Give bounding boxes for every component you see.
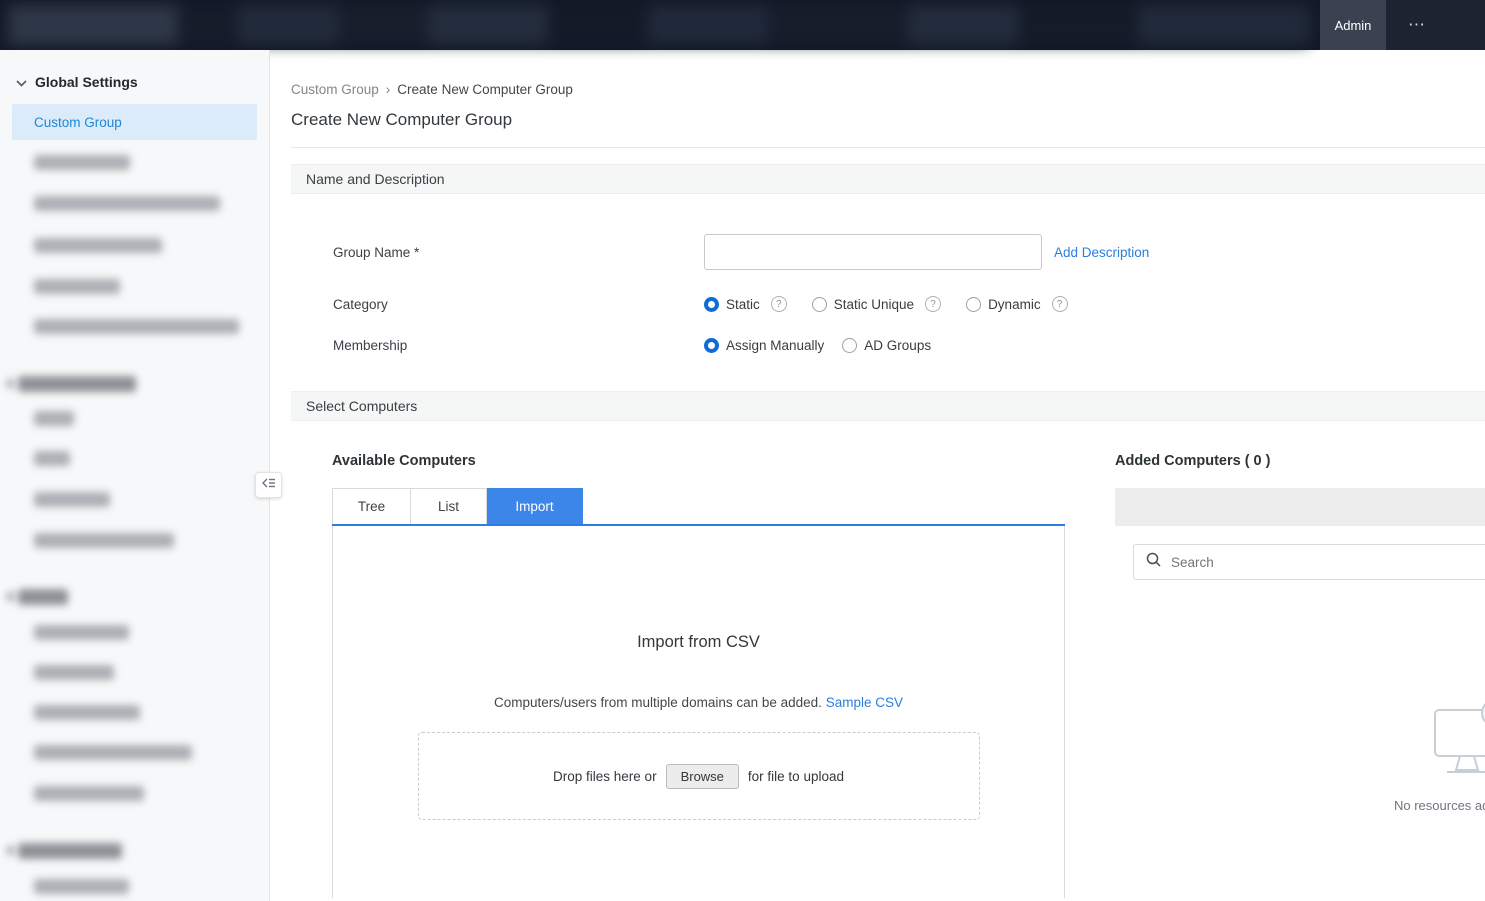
- breadcrumb-separator-icon: ›: [386, 82, 391, 97]
- drop-text-before: Drop files here or: [553, 769, 657, 784]
- category-radio-static[interactable]: Static: [704, 297, 760, 312]
- redacted-sidebar-section: [18, 843, 122, 859]
- redacted-sidebar-item: [34, 492, 110, 507]
- no-resources-illustration-icon: [1433, 696, 1485, 793]
- section-header-select-computers: Select Computers: [291, 391, 1485, 421]
- topbar-redacted-nav: [8, 5, 1310, 45]
- ellipsis-icon: ⋯: [1408, 15, 1427, 35]
- add-description-link[interactable]: Add Description: [1054, 245, 1149, 260]
- available-computers-tabs: Tree List Import: [332, 488, 1065, 526]
- tab-import[interactable]: Import: [487, 488, 583, 524]
- radio-unselected-icon: [966, 297, 981, 312]
- radio-unselected-icon: [812, 297, 827, 312]
- sample-csv-link[interactable]: Sample CSV: [826, 695, 903, 710]
- added-computers-panel: Added Computers ( 0 ): [1115, 453, 1485, 898]
- import-csv-description: Computers/users from multiple domains ca…: [333, 695, 1064, 710]
- added-computers-search[interactable]: [1133, 544, 1485, 580]
- help-icon-dynamic[interactable]: ?: [1052, 296, 1068, 312]
- topbar: Admin ⋯: [0, 0, 1485, 50]
- tab-tree[interactable]: Tree: [332, 488, 411, 524]
- redacted-sidebar-item: [34, 705, 140, 720]
- redacted-sidebar-item: [34, 786, 144, 801]
- membership-radio-ad-groups[interactable]: AD Groups: [842, 338, 931, 353]
- membership-label: Membership: [333, 338, 704, 353]
- radio-unselected-icon: [842, 338, 857, 353]
- redacted-chevron: [7, 846, 14, 855]
- no-resources-text: No resources added: [1394, 798, 1485, 813]
- admin-menu-button[interactable]: Admin: [1320, 0, 1386, 50]
- sidebar-item-custom-group[interactable]: Custom Group: [12, 104, 257, 140]
- search-input[interactable]: [1171, 555, 1485, 570]
- file-dropzone[interactable]: Drop files here or Browse for file to up…: [418, 732, 980, 820]
- radio-selected-icon: [704, 338, 719, 353]
- collapse-sidebar-icon: [262, 476, 276, 494]
- redacted-sidebar-item: [34, 451, 70, 466]
- import-csv-heading: Import from CSV: [333, 526, 1064, 652]
- category-radio-static-unique[interactable]: Static Unique: [812, 297, 914, 312]
- select-computers-content: Available Computers Tree List Import Imp…: [291, 421, 1485, 898]
- section-header-name-description: Name and Description: [291, 164, 1485, 194]
- sidebar-collapse-button[interactable]: [255, 472, 282, 498]
- available-computers-panel: Available Computers Tree List Import Imp…: [332, 453, 1065, 898]
- redacted-sidebar-item: [34, 238, 162, 253]
- title-divider: [291, 147, 1485, 148]
- available-computers-title: Available Computers: [332, 453, 1065, 469]
- added-computers-toolbar: [1115, 488, 1485, 526]
- category-label: Category: [333, 297, 704, 312]
- redacted-sidebar-section: [18, 376, 136, 392]
- category-radio-dynamic[interactable]: Dynamic: [966, 297, 1041, 312]
- breadcrumb-custom-group[interactable]: Custom Group: [291, 82, 379, 97]
- redacted-sidebar-item: [34, 879, 129, 894]
- help-icon-static[interactable]: ?: [771, 296, 787, 312]
- sidebar: Global Settings Custom Group: [0, 50, 270, 901]
- membership-radio-assign-manually[interactable]: Assign Manually: [704, 338, 824, 353]
- redacted-chevron: [7, 379, 14, 388]
- import-tab-panel: Import from CSV Computers/users from mul…: [332, 526, 1065, 898]
- redacted-sidebar-item: [34, 319, 239, 334]
- redacted-sidebar-item: [34, 196, 220, 211]
- redacted-sidebar-item: [34, 279, 120, 294]
- redacted-sidebar-item: [34, 411, 74, 426]
- search-icon: [1146, 552, 1161, 572]
- added-computers-title: Added Computers ( 0 ): [1115, 453, 1485, 469]
- redacted-chevron: [7, 592, 14, 601]
- group-name-label: Group Name *: [333, 245, 704, 260]
- more-options-button[interactable]: ⋯: [1386, 0, 1485, 50]
- drop-text-after: for file to upload: [748, 769, 844, 784]
- redacted-sidebar-item: [34, 533, 174, 548]
- page-title: Create New Computer Group: [291, 110, 1485, 130]
- empty-state: No resources added: [1115, 696, 1485, 826]
- main-content: Custom Group › Create New Computer Group…: [270, 50, 1485, 901]
- redacted-sidebar-item: [34, 665, 114, 680]
- sidebar-section-global-settings[interactable]: Global Settings: [0, 50, 269, 104]
- radio-selected-icon: [704, 297, 719, 312]
- browse-button[interactable]: Browse: [666, 764, 739, 789]
- breadcrumb: Custom Group › Create New Computer Group: [291, 50, 1485, 97]
- redacted-sidebar-section: [18, 589, 68, 605]
- tab-list[interactable]: List: [411, 488, 487, 524]
- redacted-sidebar-item: [34, 625, 129, 640]
- breadcrumb-current: Create New Computer Group: [397, 82, 573, 97]
- redacted-sidebar-item: [34, 155, 130, 170]
- name-description-form: Group Name * Add Description Category St…: [291, 194, 1485, 391]
- sidebar-section-label: Global Settings: [35, 74, 138, 90]
- chevron-down-icon: [16, 74, 27, 90]
- help-icon-static-unique[interactable]: ?: [925, 296, 941, 312]
- redacted-sidebar-item: [34, 745, 192, 760]
- group-name-input[interactable]: [704, 234, 1042, 270]
